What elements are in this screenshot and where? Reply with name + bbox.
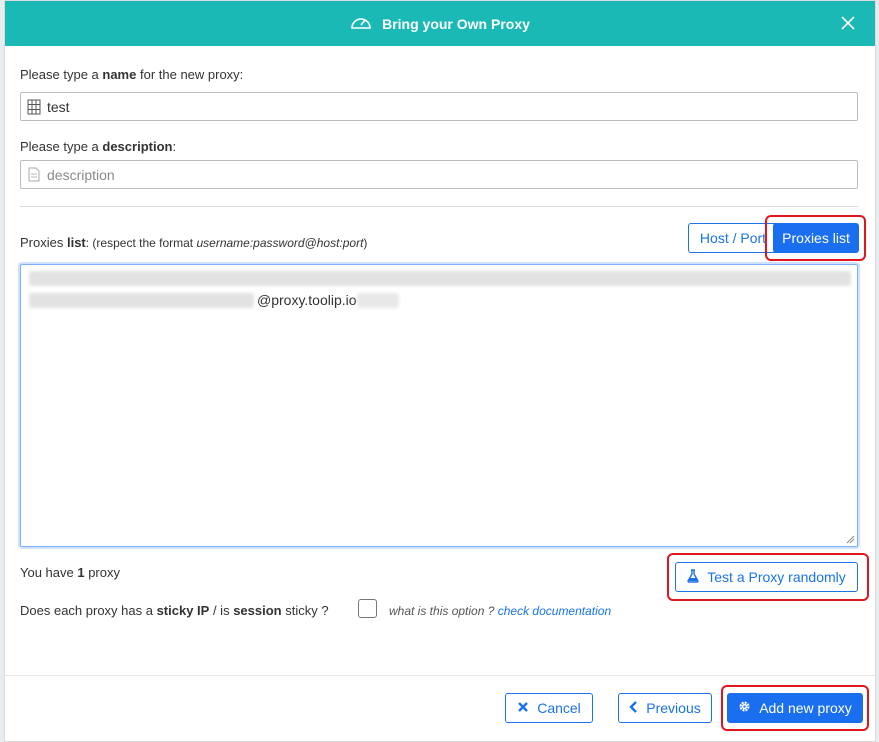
proxies-textarea[interactable]: @proxy.toolip.io [20,264,858,547]
name-label: Please type a name for the new proxy: [20,67,244,82]
description-placeholder: description [47,166,115,183]
server-icon [21,99,47,115]
redacted-credentials-2 [29,293,254,308]
proxy-count: You have 1 proxy [20,565,120,580]
times-icon [517,700,529,716]
highlight-proxies-list [765,215,866,261]
redacted-credentials [29,271,851,286]
description-input[interactable]: description [20,160,858,189]
name-value: test [47,98,70,115]
name-input[interactable]: test [20,92,858,121]
sticky-question: Does each proxy has a sticky IP / is ses… [20,603,329,618]
documentation-link[interactable]: check documentation [498,604,611,618]
modal-title: Bring your Own Proxy [382,15,530,32]
close-icon[interactable] [839,14,857,32]
resize-handle[interactable] [846,535,855,544]
sticky-help: what is this option ? check documentatio… [389,604,612,618]
chevron-left-icon [629,700,638,716]
proxies-label: Proxies list: (respect the format userna… [20,235,368,250]
redacted-port [357,293,399,308]
modal-header: Bring your Own Proxy [5,1,875,46]
document-icon [21,167,47,182]
section-divider [20,206,858,207]
cancel-label: Cancel [537,700,581,716]
previous-label: Previous [646,700,701,716]
description-label: Please type a description: [20,139,177,154]
cancel-button[interactable]: Cancel [505,693,593,723]
previous-button[interactable]: Previous [618,693,712,723]
gauge-icon [350,13,372,34]
sticky-checkbox[interactable] [358,599,377,618]
proxy-host-text: @proxy.toolip.io [257,292,357,308]
host-port-label: Host / Port [699,230,767,246]
proxy-modal: Bring your Own Proxy Please type a name … [4,0,876,742]
highlight-add-proxy [721,685,869,731]
highlight-test-proxy [667,553,869,601]
